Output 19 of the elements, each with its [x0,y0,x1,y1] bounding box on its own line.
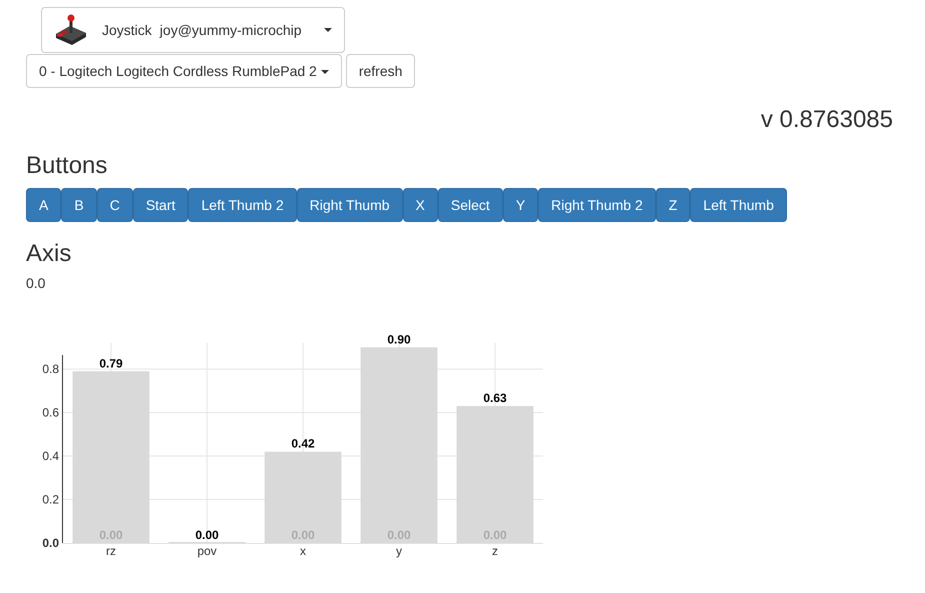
section-heading: Axis [26,240,72,268]
data-label: 0.90 [387,332,411,346]
axis-tick-label: 0.0 [42,536,59,550]
category-label: rz [106,544,116,558]
category-label: x [300,544,306,558]
axis-tick-label: 0.2 [42,492,59,507]
category-label: y [396,544,402,558]
category-label: z [492,544,498,558]
axis-tick-label: 0.8 [42,362,59,376]
data-label: 0.63 [483,391,507,406]
axis-value: 0.0 [26,275,46,291]
category-label: pov [197,544,217,558]
axis-tick-label: 0.6 [42,406,59,420]
version-label: v 0.8763085 [760,106,893,134]
axis-tick-label: 0.4 [42,449,59,464]
data-label: 0.42 [291,436,315,451]
data-label: 0.79 [99,356,123,370]
data-label: 0.00 [195,528,219,542]
section-heading: Buttons [26,152,108,180]
